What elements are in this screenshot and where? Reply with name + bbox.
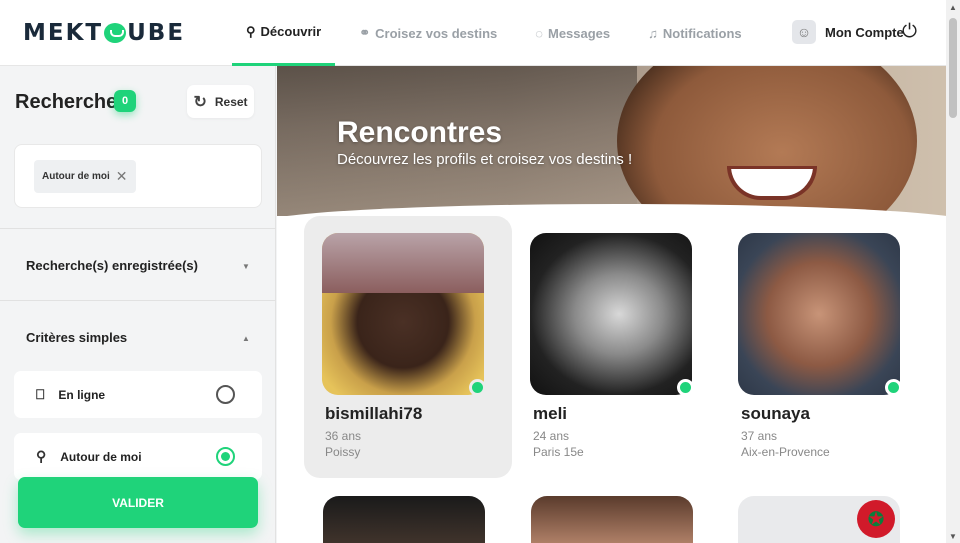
nav-item-croisez[interactable]: ⚭ Croisez vos destins <box>345 0 511 66</box>
account-label: Mon Compte <box>825 24 904 40</box>
filter-count-badge: 0 <box>114 90 136 112</box>
profile-city: Poissy <box>325 445 361 459</box>
profile-name[interactable]: meli <box>533 404 567 424</box>
profile-photo[interactable] <box>530 233 692 395</box>
chevron-down-icon[interactable]: ▼ <box>242 262 250 271</box>
top-navbar: MEKT UBE ⚲ Découvrir ⚭ Croisez vos destin… <box>0 0 946 66</box>
profile-card[interactable]: meli 24 ans Paris 15e <box>512 216 720 478</box>
online-status-icon <box>469 379 486 396</box>
page-scrollbar[interactable]: ▲ ▼ <box>946 0 960 543</box>
main-content: Rencontres Découvrez les profils et croi… <box>277 66 946 543</box>
option-autour-de-moi[interactable]: ⚲ Autour de moi <box>14 433 262 480</box>
option-label: En ligne <box>58 387 106 402</box>
search-icon: ⚲ <box>246 23 256 39</box>
profile-photo-partial[interactable] <box>531 496 693 543</box>
reset-label: Reset <box>214 94 248 109</box>
crossed-paths-icon: ⚭ <box>359 25 371 40</box>
radio-en-ligne[interactable] <box>216 385 235 404</box>
hero-title: Rencontres <box>337 116 503 149</box>
profile-name[interactable]: bismillahi78 <box>325 404 422 424</box>
nav-item-decouvrir[interactable]: ⚲ Découvrir <box>232 0 336 66</box>
filter-chip-label: Autour de moi <box>42 171 110 182</box>
profile-age: 24 ans <box>533 429 570 443</box>
scrollbar-thumb[interactable] <box>949 18 957 118</box>
scroll-up-icon[interactable]: ▲ <box>949 3 957 12</box>
logo-bubble-icon <box>104 23 127 43</box>
nav-label: Notifications <box>662 25 742 41</box>
reset-button[interactable]: ↻ Reset <box>187 85 254 118</box>
chevron-up-icon[interactable]: ▲ <box>242 334 250 343</box>
profile-city: Aix-en-Provence <box>741 445 830 459</box>
profile-photo[interactable] <box>322 233 484 395</box>
nav-label: Croisez vos destins <box>375 25 498 41</box>
nav-label: Messages <box>547 25 611 41</box>
scroll-down-icon[interactable]: ▼ <box>949 532 957 541</box>
filter-chip[interactable]: Autour de moi ✕ <box>34 160 136 193</box>
account-menu[interactable]: ☺ Mon Compte <box>792 20 904 44</box>
valider-button[interactable]: VALIDER <box>18 477 258 528</box>
radio-autour-de-moi[interactable] <box>216 447 235 466</box>
profile-age: 36 ans <box>325 429 362 443</box>
close-icon[interactable]: ✕ <box>116 168 128 185</box>
main-nav: ⚲ Découvrir ⚭ Croisez vos destins ◌ Mess… <box>232 0 766 66</box>
profile-name[interactable]: sounaya <box>741 404 810 424</box>
nav-item-notifications[interactable]: ♫ Notifications <box>634 0 755 66</box>
profile-city: Paris 15e <box>533 445 584 459</box>
option-label: Autour de moi <box>60 449 142 464</box>
profile-photo-partial[interactable] <box>323 496 485 543</box>
user-avatar-icon: ☺ <box>792 20 816 44</box>
option-en-ligne[interactable]: ⎕ En ligne <box>14 371 262 418</box>
active-filters-box: Autour de moi ✕ <box>14 144 262 208</box>
online-status-icon <box>677 379 694 396</box>
profile-card[interactable]: sounaya 37 ans Aix-en-Provence <box>720 216 928 478</box>
divider <box>0 228 276 229</box>
profile-photo[interactable] <box>738 233 900 395</box>
morocco-flag-icon: ✪ <box>857 500 895 538</box>
refresh-icon: ↻ <box>193 93 207 111</box>
divider <box>0 300 276 301</box>
location-pin-icon: ⚲ <box>36 448 47 464</box>
chat-icon: ◌ <box>535 25 543 41</box>
nav-item-messages[interactable]: ◌ Messages <box>521 0 624 66</box>
simple-criteria-header[interactable]: Critères simples <box>26 330 127 345</box>
photo-detail <box>322 233 484 293</box>
sidebar-title: Rechercher <box>15 91 126 113</box>
brand-logo[interactable]: MEKT UBE <box>23 20 185 46</box>
search-sidebar: Rechercher 0 ↻ Reset Autour de moi ✕ Rec… <box>0 66 276 543</box>
profile-age: 37 ans <box>741 429 778 443</box>
profile-card[interactable]: bismillahi78 36 ans Poissy <box>304 216 512 478</box>
nav-label: Découvrir <box>260 24 322 39</box>
power-icon[interactable]: ⏻ <box>902 22 917 42</box>
online-device-icon: ⎕ <box>36 386 45 402</box>
bell-icon: ♫ <box>648 25 658 41</box>
hero-subtitle: Découvrez les profils et croisez vos des… <box>337 151 633 168</box>
hero-banner: Rencontres Découvrez les profils et croi… <box>277 66 946 216</box>
online-status-icon <box>885 379 902 396</box>
saved-searches-header[interactable]: Recherche(s) enregistrée(s) <box>26 258 198 273</box>
